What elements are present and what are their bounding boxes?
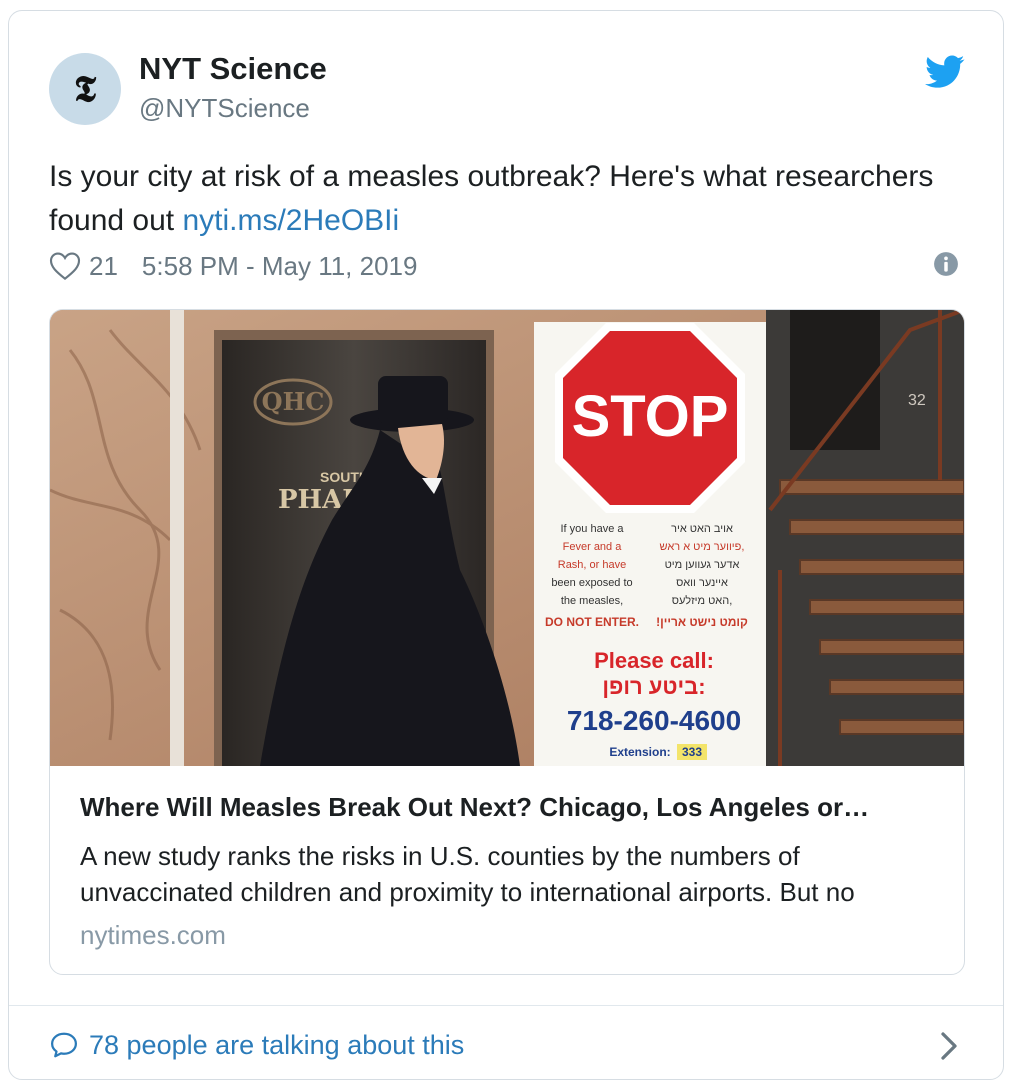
tweet-embed: 𝕿 NYT Science @NYTScience Is your city a… xyxy=(8,10,1004,1080)
heart-icon[interactable] xyxy=(49,251,81,281)
article-photo: QHC SOUTH'S PHAR STOP If you have a Feve… xyxy=(50,310,964,766)
svg-text:האט מיזלעס,: האט מיזלעס, xyxy=(672,594,733,607)
svg-text:the measles,: the measles, xyxy=(561,595,623,607)
timestamp[interactable]: 5:58 PM - May 11, 2019 xyxy=(142,251,418,282)
svg-text:Please call:: Please call: xyxy=(594,648,714,673)
svg-text:𝕿: 𝕿 xyxy=(74,68,97,110)
like-count[interactable]: 21 xyxy=(89,251,118,282)
svg-text:ביטע רופן:: ביטע רופן: xyxy=(602,674,705,699)
nyt-logo-icon: 𝕿 xyxy=(74,68,97,110)
divider xyxy=(9,1005,1003,1006)
svg-text:QHC: QHC xyxy=(262,387,325,416)
link-preview-card[interactable]: QHC SOUTH'S PHAR STOP If you have a Feve… xyxy=(49,309,965,975)
svg-text:Extension:: Extension: xyxy=(609,745,670,759)
svg-text:Rash, or have: Rash, or have xyxy=(558,559,626,571)
svg-text:פיווער מיט א ראש,: פיווער מיט א ראש, xyxy=(660,541,745,553)
conversation-link[interactable]: 78 people are talking about this xyxy=(49,1027,464,1063)
tweet-text: Is your city at risk of a measles outbre… xyxy=(49,155,949,243)
svg-text:אדער געווען מיט: אדער געווען מיט xyxy=(665,559,740,571)
svg-text:איינער וואס: איינער וואס xyxy=(676,577,728,589)
tweet-link[interactable]: nyti.ms/2HeOBIi xyxy=(182,204,399,237)
svg-text:If you have a: If you have a xyxy=(561,523,625,535)
card-title[interactable]: Where Will Measles Break Out Next? Chica… xyxy=(80,792,940,823)
chevron-right-icon[interactable] xyxy=(939,1031,959,1061)
svg-text:STOP: STOP xyxy=(572,384,729,449)
author-handle[interactable]: @NYTScience xyxy=(139,93,310,124)
svg-text:!קומט נישט אריין: !קומט נישט אריין xyxy=(656,615,748,629)
info-icon[interactable] xyxy=(933,251,959,277)
svg-text:DO NOT ENTER.: DO NOT ENTER. xyxy=(545,615,639,629)
card-domain: nytimes.com xyxy=(80,920,226,950)
svg-text:333: 333 xyxy=(682,745,702,759)
card-description: A new study ranks the risks in U.S. coun… xyxy=(80,841,855,907)
tweet-meta: 21 5:58 PM - May 11, 2019 xyxy=(49,248,417,284)
svg-text:718-260-4600: 718-260-4600 xyxy=(567,705,741,736)
twitter-bird-icon[interactable] xyxy=(925,55,965,89)
svg-text:Fever and a: Fever and a xyxy=(563,541,623,553)
avatar[interactable]: 𝕿 xyxy=(49,53,121,125)
conversation-label[interactable]: 78 people are talking about this xyxy=(89,1030,464,1061)
svg-text:32: 32 xyxy=(908,392,926,409)
svg-text:been exposed to: been exposed to xyxy=(551,577,632,589)
speech-bubble-icon xyxy=(51,1032,77,1058)
svg-text:אויב האט איר: אויב האט איר xyxy=(671,523,733,535)
author-name[interactable]: NYT Science xyxy=(139,51,327,87)
